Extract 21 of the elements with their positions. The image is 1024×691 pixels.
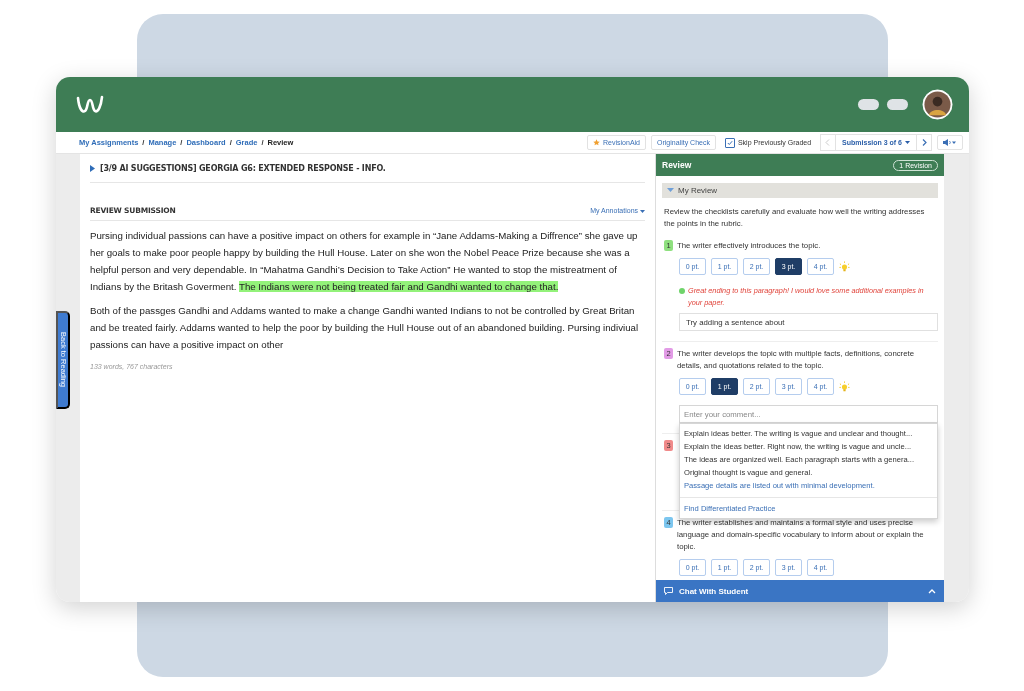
sound-menu-button[interactable] [937,135,963,150]
checkbox[interactable] [724,137,735,148]
status-dot-icon [679,288,685,294]
pill-icon[interactable] [887,99,908,110]
chat-icon [664,587,673,595]
collapse-arrow-icon[interactable] [667,188,674,193]
essay-paragraph: Both of the passges Gandhi and Addams wanted to make a change Gandhi wanted Indians to not be controlled by Great Britan and be treated fairly. Addams wanted to help the poor by building the Hull House out of an abandoned building. Pursing indiviual passions can have a positive impact on other [90,304,640,352]
speaker-icon [943,139,957,146]
star-icon [593,139,601,146]
chat-bar[interactable]: Chat With Student [656,580,944,602]
avatar-icon[interactable] [922,89,953,120]
caret-icon [905,141,910,144]
section-toggle[interactable]: My Review [662,183,938,198]
expand-arrow-icon[interactable] [90,165,95,172]
caret-icon [640,210,645,213]
logo-icon [76,93,104,116]
pill-icon[interactable] [858,99,879,110]
essay-paragraph: Pursing individual passions can have a positive impact on others for example in “Jane Addams-Making a Diffrence” she gave up her goals to make poor people happy by building the Hull House. Later on she won the Nobel Peace Prize because she was a helpful person and very dependable. In “Mahatma Gandhi’s Decision to Take Action” He wanted to stop the mistreatment of Indians by the Britash Goverment. The Indians were not being treated fair and Gandhi wanted to change that. [90,229,639,294]
review-title: Review [662,160,692,170]
assignment-title: [3/9 AI SUGGESTIONS] GEORGIA G6: EXTENDED RESPONSE - INFO. [100,164,386,173]
chevron-icon[interactable] [928,588,936,594]
